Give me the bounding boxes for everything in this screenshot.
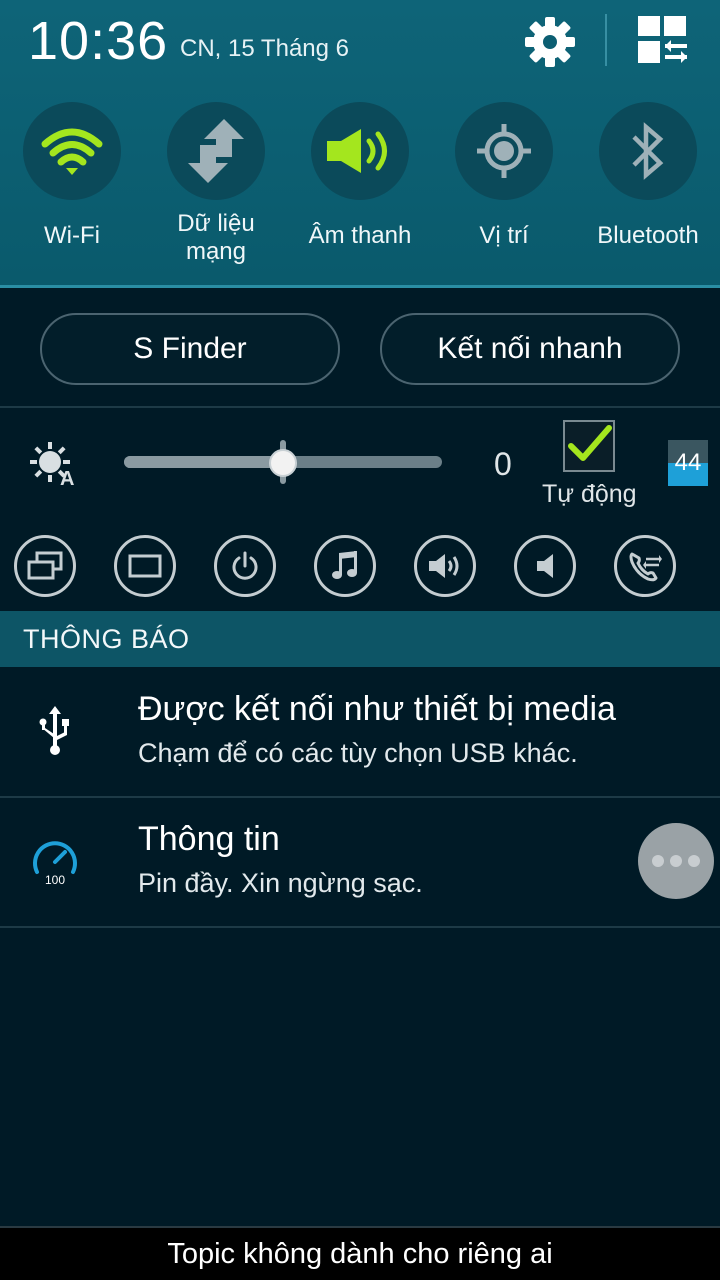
notification-usb[interactable]: Được kết nối như thiết bị media Chạm để … <box>0 668 720 796</box>
clock: 10:36 <box>28 11 169 71</box>
screen-mirroring-icon <box>128 554 162 578</box>
header-divider <box>605 14 607 66</box>
screen-mirroring-button[interactable] <box>114 535 176 597</box>
auto-brightness-label: Tự động <box>542 480 637 508</box>
toggle-label: Dữ liệu mạng <box>177 210 255 266</box>
svg-text:100: 100 <box>45 873 65 886</box>
divider <box>0 926 720 928</box>
location-icon <box>477 124 531 178</box>
mute-icon <box>537 554 553 578</box>
power-button[interactable] <box>214 535 276 597</box>
mobile-data-icon <box>188 119 244 183</box>
notification-title: Thông tin <box>138 820 280 858</box>
brightness-slider-thumb[interactable] <box>269 449 297 477</box>
volume-button[interactable] <box>414 535 476 597</box>
quick-toggles: Wi-Fi Dữ liệu mạng Âm thanh Vị trí Bluet… <box>0 102 720 282</box>
toggle-label: Wi-Fi <box>44 222 100 249</box>
toggle-label: Vị trí <box>479 222 529 249</box>
toggle-sound[interactable]: Âm thanh <box>288 102 432 250</box>
dot <box>652 855 664 867</box>
music-icon <box>332 551 357 579</box>
more-options-button[interactable] <box>638 823 714 899</box>
quick-panel-header: 10:36 CN, 15 Tháng 6 Wi-Fi Dữ liệu mạng … <box>0 0 720 288</box>
toggle-label: Bluetooth <box>597 222 699 249</box>
auto-brightness-checkbox[interactable] <box>563 420 615 472</box>
multi-window-button[interactable] <box>14 535 76 597</box>
dot <box>670 855 682 867</box>
toggle-wifi[interactable]: Wi-Fi <box>0 102 144 250</box>
s-finder-button[interactable]: S Finder <box>40 313 340 385</box>
music-button[interactable] <box>314 535 376 597</box>
svg-text:A: A <box>60 468 74 488</box>
toggle-location[interactable]: Vị trí <box>432 102 576 250</box>
volume-icon <box>429 554 459 578</box>
gear-icon[interactable] <box>522 14 578 70</box>
toggle-bluetooth[interactable]: Bluetooth <box>576 102 720 250</box>
date: CN, 15 Tháng 6 <box>180 35 349 62</box>
mute-button[interactable] <box>514 535 576 597</box>
brightness-slider-fill <box>124 456 283 468</box>
grid-edit-icon[interactable] <box>636 14 690 66</box>
footer-banner: Topic không dành cho riêng ai <box>0 1226 720 1280</box>
power-icon <box>232 551 258 580</box>
divider <box>0 406 720 408</box>
notification-title: Được kết nối như thiết bị media <box>138 690 616 728</box>
notifications-header: THÔNG BÁO <box>0 611 720 667</box>
notification-subtitle: Chạm để có các tùy chọn USB khác. <box>138 738 578 768</box>
multi-window-icon <box>27 551 63 580</box>
usb-icon <box>39 706 69 755</box>
side-badge[interactable]: 44 <box>668 440 708 486</box>
call-forward-button[interactable] <box>614 535 676 597</box>
wifi-icon <box>41 128 103 175</box>
quick-connect-button[interactable]: Kết nối nhanh <box>380 313 680 385</box>
bluetooth-icon <box>632 122 664 180</box>
notification-battery[interactable]: 100 Thông tin Pin đầy. Xin ngừng sạc. <box>0 798 720 926</box>
battery-gauge-icon: 100 <box>33 841 77 886</box>
dot <box>688 855 700 867</box>
checkmark-icon <box>568 425 612 461</box>
call-forward-icon <box>629 552 662 582</box>
notification-subtitle: Pin đầy. Xin ngừng sạc. <box>138 868 423 898</box>
brightness-value: 0 <box>494 446 512 482</box>
sound-icon <box>327 129 387 173</box>
toggle-label: Âm thanh <box>308 222 412 249</box>
toggle-mobile-data[interactable]: Dữ liệu mạng <box>144 102 288 267</box>
auto-brightness-icon: A <box>30 442 74 488</box>
